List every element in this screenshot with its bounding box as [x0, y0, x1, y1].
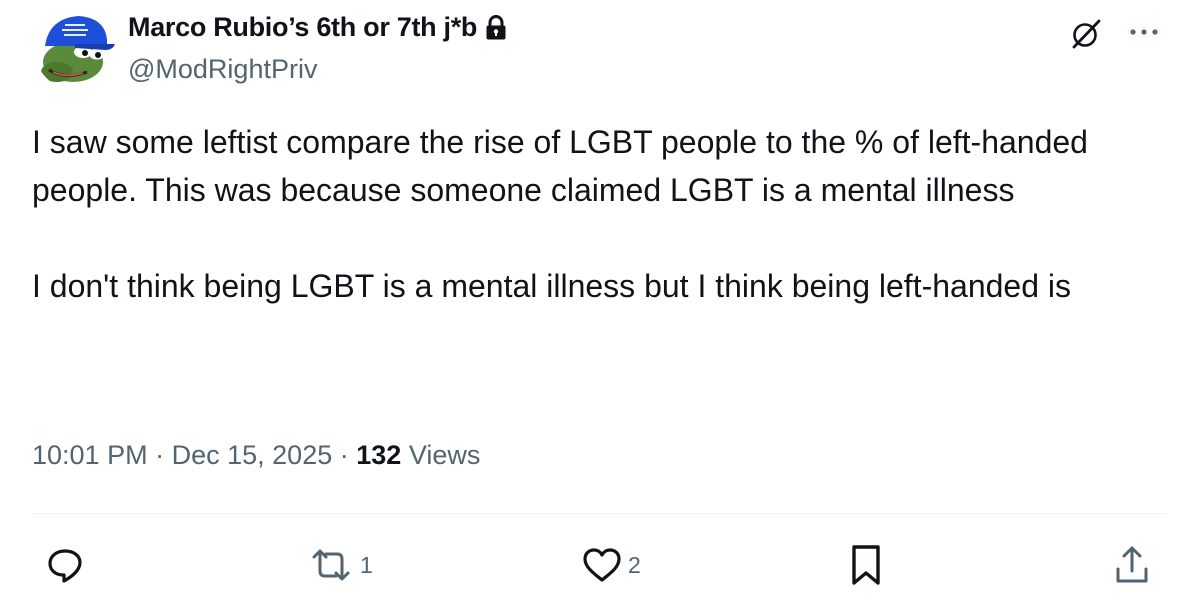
frog-avatar-icon: [35, 10, 115, 90]
display-name-text: Marco Rubio’s 6th or 7th j*b: [128, 12, 478, 42]
divider: [32, 513, 1167, 514]
heart-icon: [583, 548, 621, 582]
reply-icon: [48, 549, 82, 583]
retweet-count: 1: [360, 551, 373, 578]
retweet-button[interactable]: 1: [306, 543, 373, 587]
action-bar: 1 2: [0, 535, 1200, 595]
bookmark-button[interactable]: [846, 543, 886, 587]
retweet-icon: [312, 549, 350, 581]
author-handle[interactable]: @ModRightPriv: [128, 54, 317, 85]
tweet-time[interactable]: 10:01 PM: [32, 440, 148, 470]
reply-button[interactable]: [45, 543, 85, 587]
share-button[interactable]: [1112, 543, 1152, 587]
meta-separator: ·: [155, 440, 165, 470]
like-button[interactable]: 2: [580, 543, 641, 587]
more-icon[interactable]: [1126, 22, 1162, 42]
tweet-date[interactable]: Dec 15, 2025: [172, 440, 333, 470]
views-count: 132: [356, 440, 402, 470]
author-display-name[interactable]: Marco Rubio’s 6th or 7th j*b: [128, 12, 507, 43]
meta-separator: ·: [339, 440, 349, 470]
tweet-paragraph: I saw some leftist compare the rise of L…: [32, 124, 1097, 208]
grok-icon[interactable]: [1070, 18, 1102, 50]
like-count: 2: [628, 551, 641, 578]
views-label: Views: [408, 440, 481, 470]
tweet-card: Marco Rubio’s 6th or 7th j*b @ModRightPr…: [0, 0, 1200, 600]
tweet-meta: 10:01 PM · Dec 15, 2025 · 132 Views: [32, 440, 480, 471]
lock-icon: [485, 14, 507, 41]
bookmark-icon: [852, 545, 880, 585]
avatar[interactable]: [35, 10, 115, 90]
share-icon: [1116, 546, 1148, 583]
tweet-paragraph: I don't think being LGBT is a mental ill…: [32, 268, 1072, 304]
tweet-text: I saw some leftist compare the rise of L…: [32, 118, 1167, 310]
